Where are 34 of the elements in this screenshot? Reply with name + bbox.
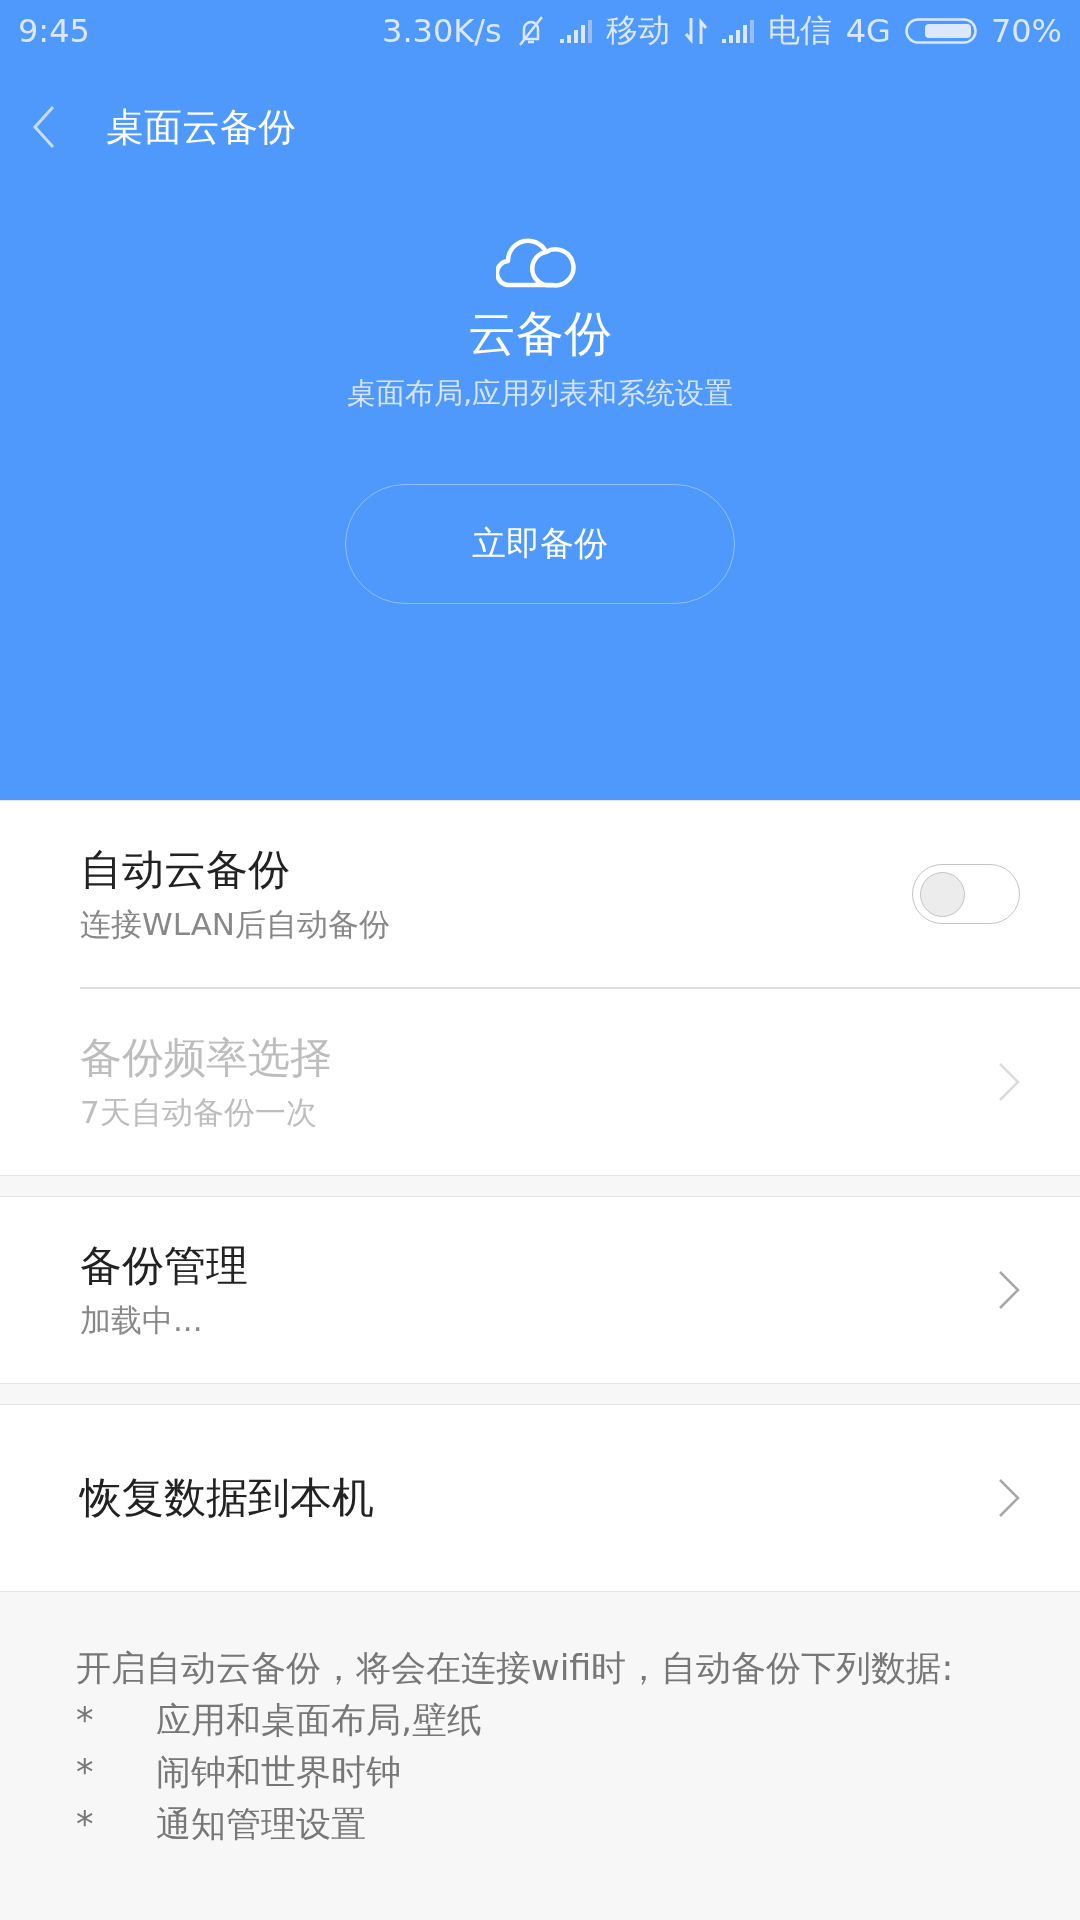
row-title: 备份频率选择 — [80, 1031, 332, 1084]
chevron-icon — [998, 1477, 1020, 1518]
signal-icon — [559, 19, 592, 43]
network-type: 4G — [845, 12, 891, 50]
row-title: 备份管理 — [80, 1239, 248, 1292]
battery-percent: 70% — [990, 12, 1062, 50]
hero-subtitle: 桌面布局,应用列表和系统设置 — [346, 375, 734, 412]
bullet-marker: * — [76, 1750, 95, 1794]
chevron-icon — [998, 1269, 1020, 1310]
bullet-text: 闹钟和世界时钟 — [156, 1750, 401, 1794]
network-speed: 3.30K/s — [382, 12, 502, 50]
row-subtitle: 连接WLAN后自动备份 — [80, 905, 391, 944]
carrier-name: 电信 — [767, 10, 832, 51]
chevron-icon — [998, 1061, 1020, 1102]
footer-text: 开启自动云备份，将会在连接wifi时，自动备份下列数据: — [76, 1646, 955, 1690]
bullet-marker: * — [76, 1698, 95, 1742]
data-arrows-icon — [683, 18, 708, 44]
back-icon[interactable] — [32, 105, 56, 149]
row-subtitle: 7天自动备份一次 — [80, 1092, 318, 1132]
status-time: 9:45 — [18, 12, 90, 50]
bullet-text: 应用和桌面布局,壁纸 — [156, 1698, 483, 1742]
signal-icon — [721, 19, 754, 43]
carrier-name: 移动 — [605, 10, 670, 51]
bullet-text: 通知管理设置 — [156, 1802, 366, 1846]
bullet-marker: * — [76, 1802, 95, 1846]
settings-row[interactable]: 恢复数据到本机 — [0, 1404, 1080, 1591]
page-title: 桌面云备份 — [106, 103, 296, 151]
row-subtitle: 加载中... — [80, 1300, 204, 1340]
battery-icon — [904, 18, 977, 44]
settings-row[interactable]: 自动云备份 连接WLAN后自动备份 — [0, 801, 1080, 987]
hero-title: 云备份 — [468, 304, 612, 363]
row-title: 自动云备份 — [80, 844, 291, 896]
row-title: 恢复数据到本机 — [80, 1471, 374, 1524]
settings-row[interactable]: 备份管理 加载中... — [0, 1196, 1080, 1383]
